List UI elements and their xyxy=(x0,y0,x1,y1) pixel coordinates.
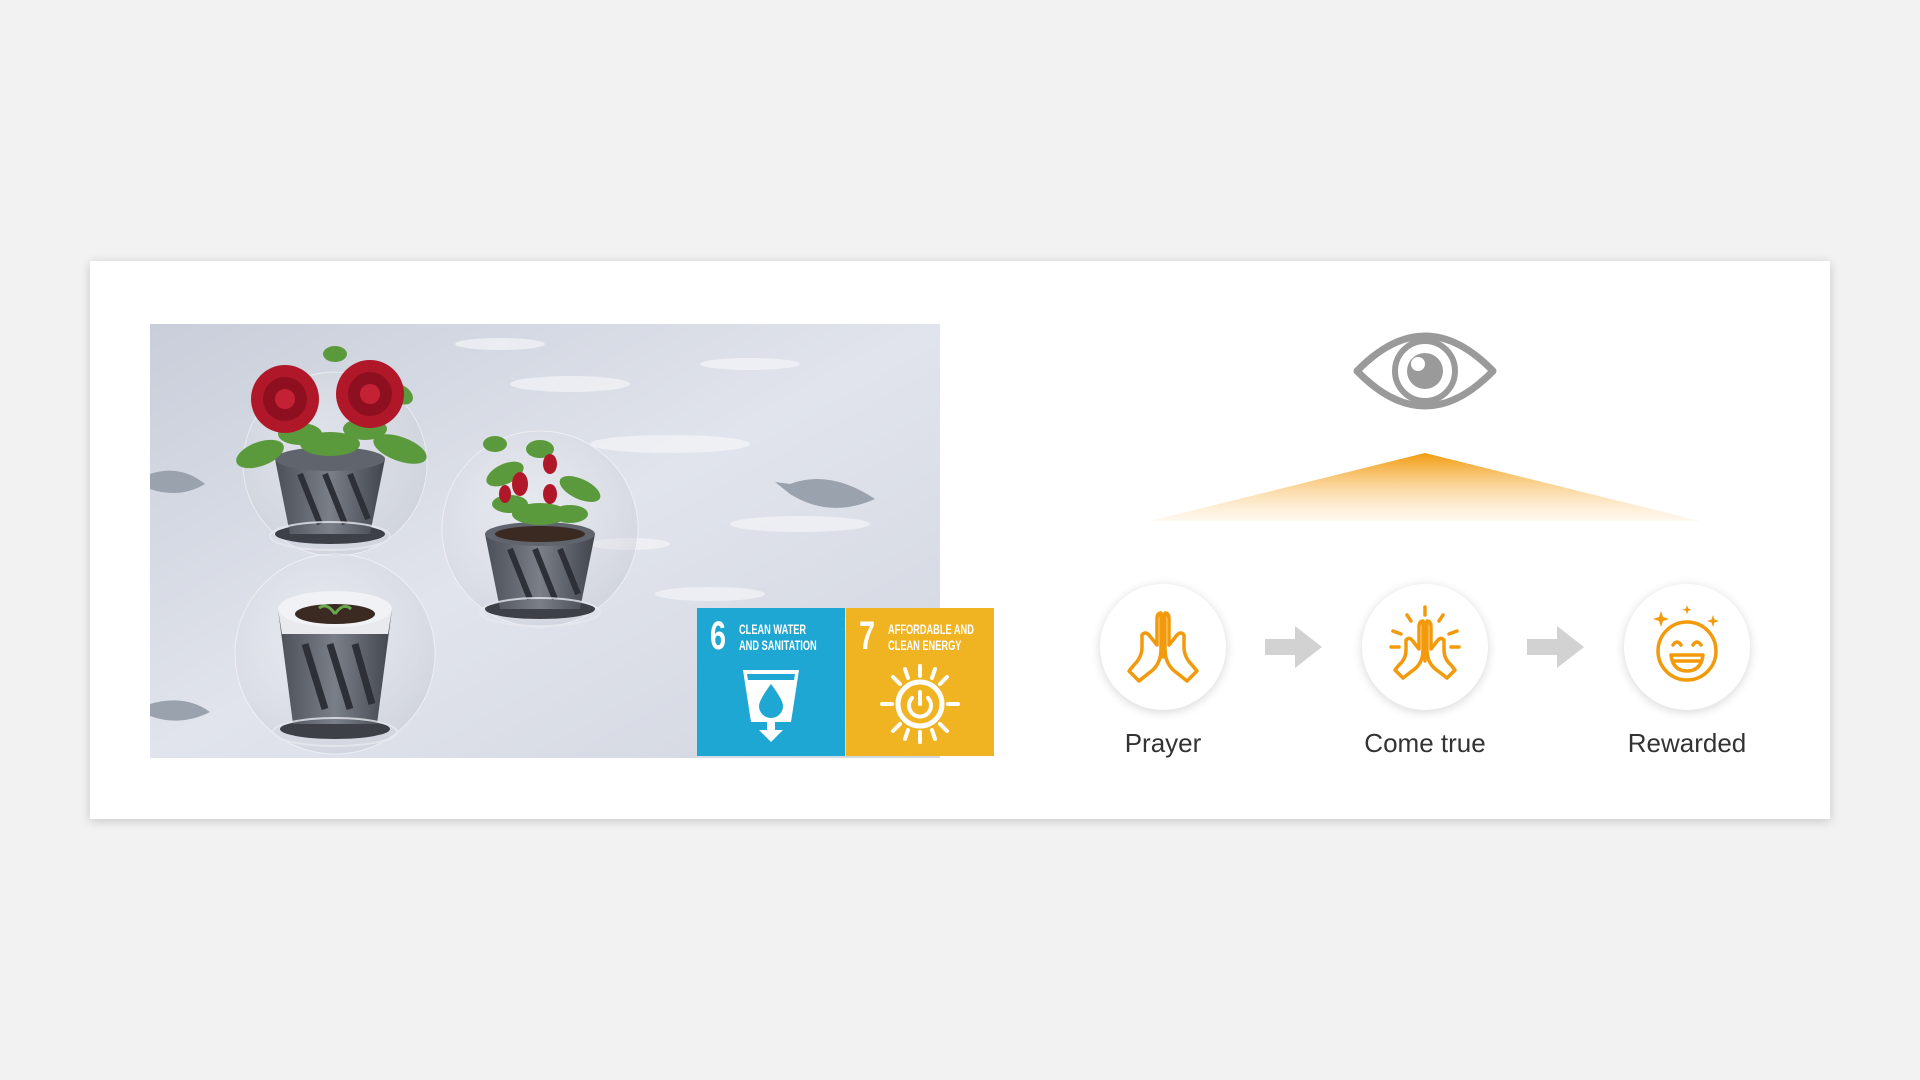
sun-power-icon xyxy=(880,664,960,749)
step-circle xyxy=(1624,584,1750,710)
praying-hands-icon xyxy=(1127,605,1199,689)
beam-triangle xyxy=(1150,451,1700,527)
step-label: Come true xyxy=(1364,728,1486,758)
laughing-face-icon xyxy=(1647,605,1727,689)
step-come-true: Come true xyxy=(1362,584,1488,758)
step-circle xyxy=(1362,584,1488,710)
sdg-tile-clean-water: 6 CLEAN WATER AND SANITATION xyxy=(697,608,845,756)
step-label: Prayer xyxy=(1124,728,1202,758)
sdg-number: 7 xyxy=(859,614,876,658)
sdg-tile-clean-energy: 7 AFFORDABLE AND CLEAN ENERGY xyxy=(846,608,994,756)
glowing-praying-hands-icon xyxy=(1385,605,1465,689)
step-circle xyxy=(1100,584,1226,710)
sdg-title: AFFORDABLE AND CLEAN ENERGY xyxy=(888,621,974,653)
arrow-right-icon xyxy=(1527,624,1585,674)
sdg-number: 6 xyxy=(710,614,727,658)
arrow-right-icon xyxy=(1265,624,1323,674)
content-card: 6 CLEAN WATER AND SANITATION 7 AFFORDABL… xyxy=(90,261,1830,819)
sdg-title: CLEAN WATER AND SANITATION xyxy=(739,621,817,653)
water-glass-icon xyxy=(731,664,811,749)
step-prayer: Prayer xyxy=(1100,584,1226,758)
step-rewarded: Rewarded xyxy=(1624,584,1750,758)
eye-icon xyxy=(1351,321,1499,425)
step-label: Rewarded xyxy=(1627,728,1747,758)
